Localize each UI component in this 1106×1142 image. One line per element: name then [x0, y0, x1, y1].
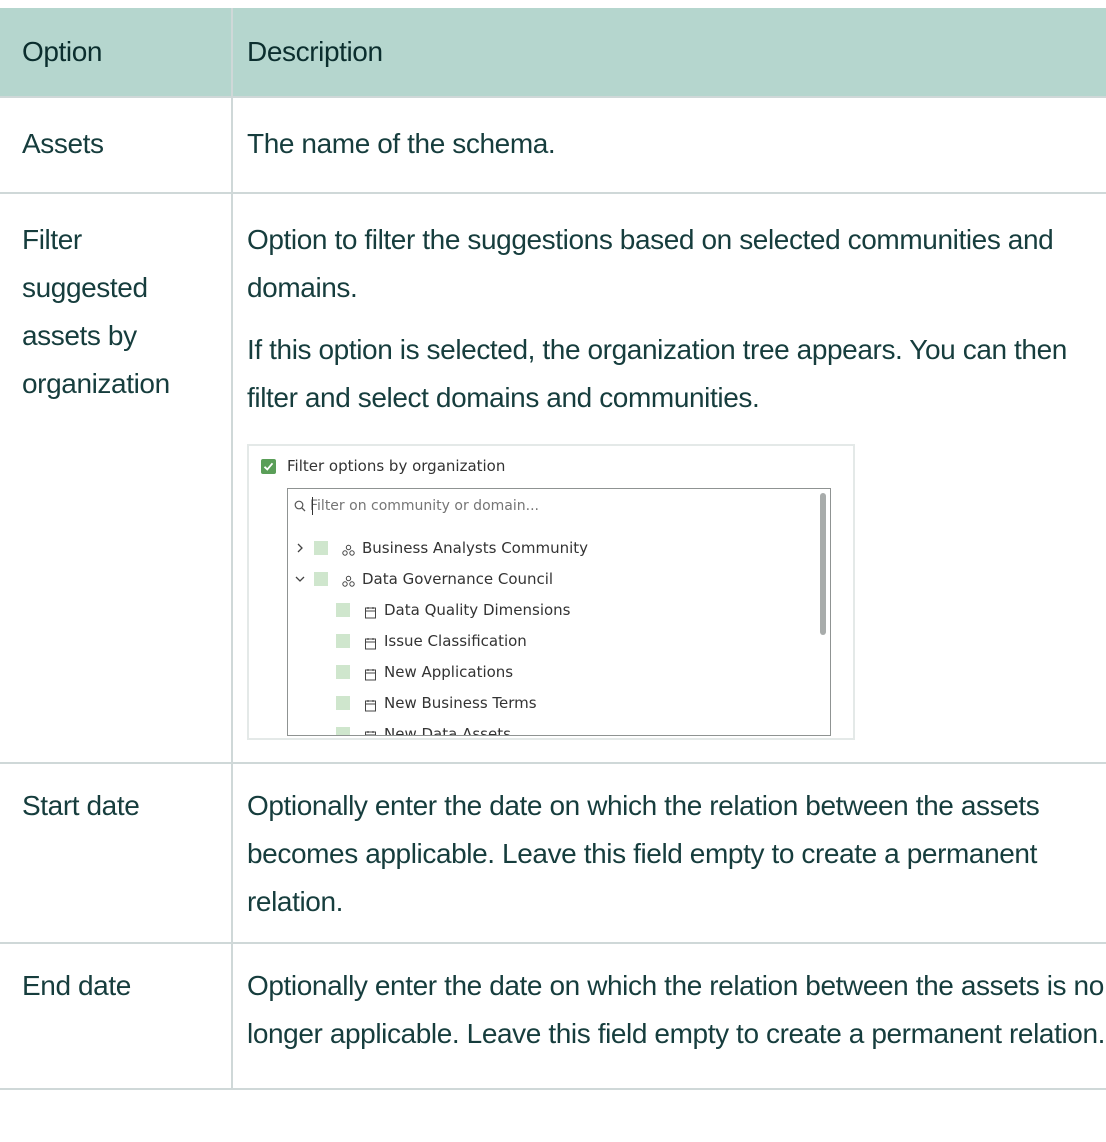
description-text: Optionally enter the date on which the r… — [247, 790, 1040, 917]
tree-item-checkbox[interactable] — [336, 634, 350, 648]
text-cursor — [312, 497, 313, 515]
tree-item-checkbox[interactable] — [336, 603, 350, 617]
filter-checkbox[interactable] — [261, 459, 276, 474]
tree-item-checkbox[interactable] — [336, 727, 350, 735]
chevron-down-icon[interactable] — [294, 566, 306, 592]
description-cell: Optionally enter the date on which the r… — [231, 762, 1106, 944]
tree-item-label: Issue Classification — [384, 632, 527, 650]
description-text: If this option is selected, the organiza… — [247, 334, 1067, 413]
header-option: Option — [0, 8, 233, 98]
tree-item-checkbox[interactable] — [314, 541, 328, 555]
community-domain-search-input[interactable] — [310, 495, 710, 517]
tree-item-label: Business Analysts Community — [362, 539, 589, 557]
table-row: Assets The name of the schema. — [0, 96, 1106, 194]
tree-item-label: New Applications — [384, 663, 514, 681]
tree-item-checkbox[interactable] — [336, 696, 350, 710]
organization-tree-panel: Business Analysts Community Data Governan… — [287, 488, 831, 736]
tree-item-label: Data Governance Council — [362, 570, 554, 588]
description-cell: Optionally enter the date on which the r… — [231, 942, 1106, 1090]
domain-icon — [364, 665, 377, 691]
description-text: Optionally enter the date on which the r… — [247, 970, 1105, 1049]
checkmark-icon — [263, 462, 274, 471]
scrollbar-thumb[interactable] — [820, 493, 826, 635]
option-cell: Filter suggested assets by organization — [0, 192, 233, 764]
header-row: Option Description — [0, 8, 1106, 98]
tree-item-checkbox[interactable] — [314, 572, 328, 586]
options-table: Option Description Assets The name of th… — [0, 8, 1106, 1090]
option-name: End date — [22, 970, 131, 1001]
option-cell: Assets — [0, 96, 233, 194]
header-description: Description — [231, 8, 1106, 98]
tree-item-label: Data Quality Dimensions — [384, 601, 571, 619]
option-name: Start date — [22, 790, 140, 821]
option-name: Filter suggested assets by organization — [22, 224, 170, 399]
tree-item-checkbox[interactable] — [336, 665, 350, 679]
community-icon — [342, 541, 355, 567]
description-cell: Option to filter the suggestions based o… — [231, 192, 1106, 764]
chevron-right-icon[interactable] — [294, 535, 306, 561]
table-row: Filter suggested assets by organization … — [0, 192, 1106, 764]
search-icon — [294, 500, 306, 512]
filter-checkbox-label: Filter options by organization — [287, 457, 506, 475]
option-cell: Start date — [0, 762, 233, 944]
table-row: End date Optionally enter the date on wh… — [0, 942, 1106, 1090]
option-cell: End date — [0, 942, 233, 1090]
description-cell: The name of the schema. — [231, 96, 1106, 194]
tree-item-label: New Business Terms — [384, 694, 537, 712]
table-row: Start date Optionally enter the date on … — [0, 762, 1106, 944]
option-name: Assets — [22, 128, 104, 159]
domain-icon — [364, 696, 377, 722]
description-text: The name of the schema. — [247, 128, 556, 159]
organization-filter-screenshot: Filter options by organization Business … — [247, 444, 855, 740]
domain-icon — [364, 634, 377, 660]
tree-item-label: New Data Assets — [384, 725, 511, 736]
domain-icon — [364, 603, 377, 629]
description-text: Option to filter the suggestions based o… — [247, 224, 1054, 303]
domain-icon — [364, 727, 377, 735]
community-icon — [342, 572, 355, 598]
